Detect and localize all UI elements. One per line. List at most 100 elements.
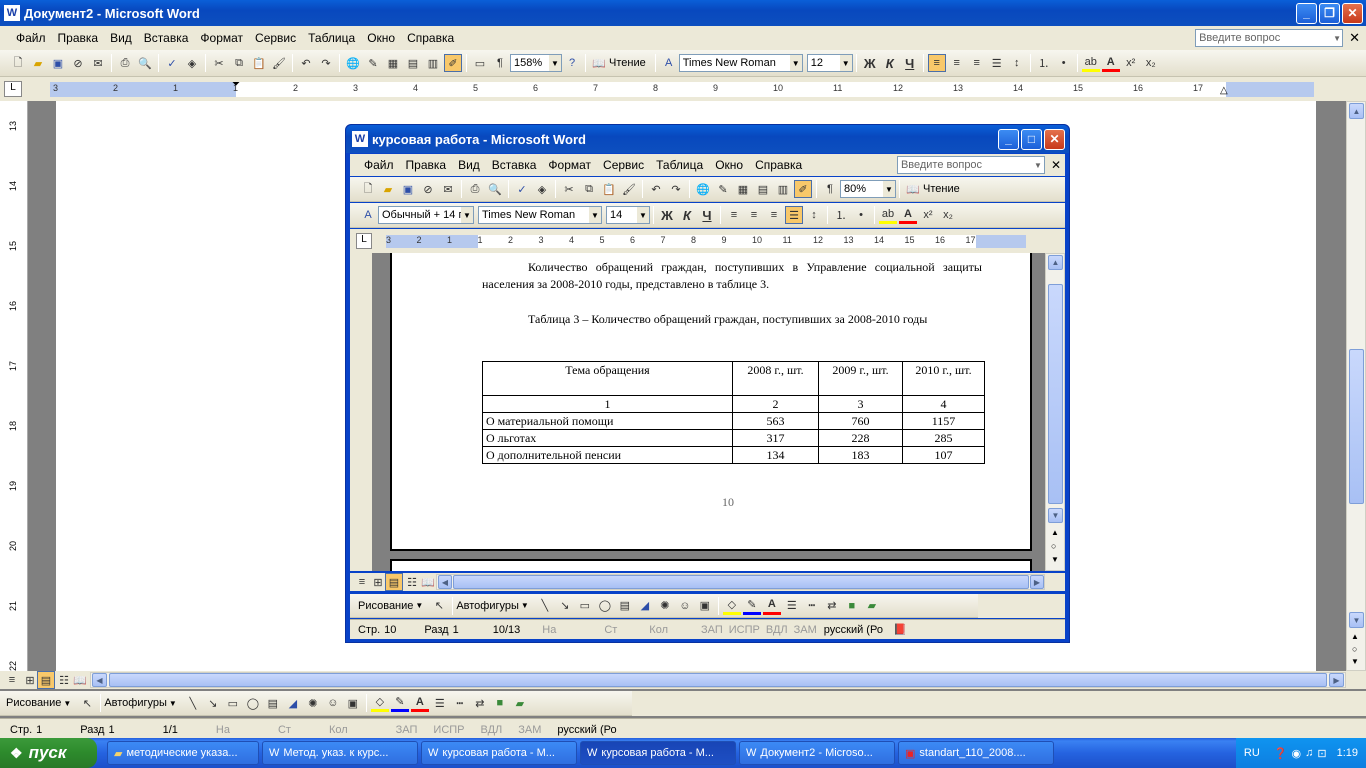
task-item[interactable]: ▣ standart_110_2008....	[898, 741, 1054, 765]
copy-icon[interactable]: ⧉	[580, 180, 598, 198]
subscript-icon[interactable]: x₂	[1142, 54, 1160, 72]
prev-page-icon[interactable]: ▲	[1351, 632, 1359, 641]
paste-icon[interactable]: 📋	[600, 180, 618, 198]
chevron-down-icon[interactable]: ▼	[461, 207, 473, 223]
indent-marker-icon[interactable]: ⏷	[232, 79, 240, 90]
line-icon[interactable]: ╲	[184, 694, 202, 712]
wordart-icon[interactable]: ◢	[636, 597, 654, 615]
scroll-left-button[interactable]: ◀	[92, 673, 107, 687]
task-item[interactable]: Wкурсовая работа - М...	[421, 741, 577, 765]
align-center-icon[interactable]: ≡	[745, 206, 763, 224]
minimize-button[interactable]: _	[1296, 2, 1317, 24]
print-preview-icon[interactable]: 🔍	[136, 54, 154, 72]
textbox-icon[interactable]: ▤	[616, 597, 634, 615]
align-center-icon[interactable]: ≡	[948, 54, 966, 72]
menu-help[interactable]: Справка	[749, 158, 808, 172]
menu-view[interactable]: Вид	[452, 158, 486, 172]
numbering-icon[interactable]: ⒈	[1035, 54, 1053, 72]
outer-vertical-ruler[interactable]: 13 14 15 16 17 18 19 20 21 22	[0, 101, 28, 671]
arrow-icon[interactable]: ↘	[556, 597, 574, 615]
status-ovr[interactable]: ЗАМ	[510, 724, 549, 736]
line-spacing-icon[interactable]: ↕	[1008, 54, 1026, 72]
arrow-style-icon[interactable]: ⇄	[471, 694, 489, 712]
reading-icon[interactable]: 📖	[590, 54, 608, 72]
scroll-right-button[interactable]: ▶	[1329, 673, 1344, 687]
reading-button[interactable]: Чтение	[923, 183, 960, 195]
normal-view-icon[interactable]: ≡	[3, 671, 21, 689]
menu-insert[interactable]: Вставка	[486, 158, 543, 172]
oval-icon[interactable]: ◯	[244, 694, 262, 712]
superscript-icon[interactable]: x²	[919, 206, 937, 224]
tray-network-icon[interactable]: ⊡	[1317, 747, 1326, 760]
redo-icon[interactable]: ↷	[667, 180, 685, 198]
scroll-thumb[interactable]	[1048, 284, 1063, 504]
menu-table[interactable]: Таблица	[302, 31, 361, 45]
bullets-icon[interactable]: •	[852, 206, 870, 224]
open-icon[interactable]: ▰	[379, 180, 397, 198]
rectangle-icon[interactable]: ▭	[576, 597, 594, 615]
reading-view-icon[interactable]: 📖	[419, 573, 437, 591]
tray-help-icon[interactable]: ❓	[1274, 747, 1288, 760]
task-item-active[interactable]: Wкурсовая работа - М...	[580, 741, 736, 765]
reading-icon[interactable]: 📖	[904, 180, 922, 198]
open-icon[interactable]: ▰	[29, 54, 47, 72]
menu-format[interactable]: Формат	[542, 158, 597, 172]
inner-maximize-button[interactable]: □	[1021, 128, 1042, 150]
size-select[interactable]: 12 ▼	[806, 54, 853, 72]
clipart-icon[interactable]: ☺	[324, 694, 342, 712]
status-ext[interactable]: ВДЛ	[473, 724, 511, 736]
numbering-icon[interactable]: ⒈	[832, 206, 850, 224]
shadow-icon[interactable]: ■	[843, 597, 861, 615]
picture-icon[interactable]: ▣	[344, 694, 362, 712]
scroll-left-button[interactable]: ◀	[438, 575, 452, 589]
redo-icon[interactable]: ↷	[317, 54, 335, 72]
close-doc-icon[interactable]: ✕	[1349, 30, 1360, 46]
scroll-down-button[interactable]: ▼	[1349, 612, 1364, 628]
dash-style-icon[interactable]: ┅	[451, 694, 469, 712]
tab-selector-icon[interactable]: L	[4, 81, 22, 97]
font-select[interactable]: Times New Roman ▼	[478, 206, 602, 224]
scroll-thumb[interactable]	[1349, 349, 1364, 504]
start-button[interactable]: ❖ пуск	[0, 738, 97, 768]
prev-page-icon[interactable]: ▲	[1051, 528, 1059, 537]
word-app-icon[interactable]: W	[352, 131, 368, 147]
menu-view[interactable]: Вид	[104, 31, 138, 45]
textbox-icon[interactable]: ▤	[264, 694, 282, 712]
status-rec[interactable]: ЗАП	[388, 724, 426, 736]
insert-excel-icon[interactable]: ▤	[404, 54, 422, 72]
drawing-menu[interactable]: Рисование	[6, 697, 61, 709]
undo-icon[interactable]: ↶	[297, 54, 315, 72]
line-style-icon[interactable]: ☰	[431, 694, 449, 712]
email-icon[interactable]: ✉	[439, 180, 457, 198]
diagram-icon[interactable]: ✺	[656, 597, 674, 615]
outer-vscroll[interactable]: ▲ ▼ ▲ ○ ▼	[1346, 101, 1366, 671]
menu-window[interactable]: Окно	[709, 158, 749, 172]
task-item[interactable]: ▰ методические указа...	[107, 741, 259, 765]
3d-icon[interactable]: ▰	[863, 597, 881, 615]
ask-question-input[interactable]: Введите вопрос ▼	[896, 156, 1045, 174]
format-painter-icon[interactable]: 🖌	[620, 180, 638, 198]
size-select[interactable]: 14 ▼	[606, 206, 650, 224]
cut-icon[interactable]: ✂	[210, 54, 228, 72]
close-doc-icon[interactable]: ✕	[1051, 158, 1061, 172]
dash-style-icon[interactable]: ┅	[803, 597, 821, 615]
rectangle-icon[interactable]: ▭	[224, 694, 242, 712]
task-item[interactable]: W Документ2 - Microso...	[739, 741, 895, 765]
ask-question-input[interactable]: Введите вопрос ▼	[1195, 29, 1344, 47]
tables-borders-icon[interactable]: ✎	[364, 54, 382, 72]
spelling-icon[interactable]: ✓	[163, 54, 181, 72]
superscript-icon[interactable]: x²	[1122, 54, 1140, 72]
email-icon[interactable]: ✉	[89, 54, 107, 72]
print-icon[interactable]: ⎙	[466, 180, 484, 198]
chevron-down-icon[interactable]: ▼	[549, 55, 561, 71]
cut-icon[interactable]: ✂	[560, 180, 578, 198]
restore-button[interactable]: ❐	[1319, 2, 1340, 24]
menu-format[interactable]: Формат	[194, 31, 249, 45]
font-color-icon[interactable]: A	[410, 694, 429, 712]
scroll-down-button[interactable]: ▼	[1048, 508, 1063, 523]
styles-icon[interactable]: A	[359, 206, 377, 224]
paste-icon[interactable]: 📋	[250, 54, 268, 72]
copy-icon[interactable]: ⧉	[230, 54, 248, 72]
new-doc-icon[interactable]: 🗋	[359, 180, 377, 198]
select-objects-icon[interactable]: ↖	[78, 694, 96, 712]
